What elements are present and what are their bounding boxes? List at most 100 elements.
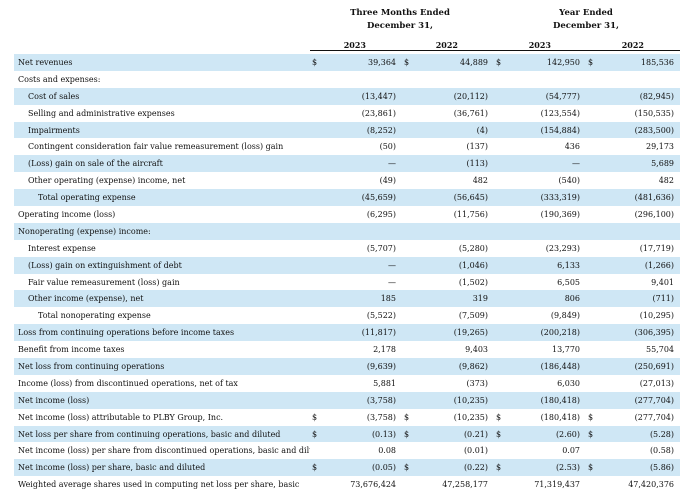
currency-symbol: [310, 222, 322, 240]
currency-symbol: [402, 290, 414, 308]
currency-symbol: [494, 274, 506, 291]
col-year-q-2023: 2023: [343, 40, 366, 50]
table-row: Selling and administrative expenses (23,8…: [14, 105, 680, 122]
currency-symbol: [494, 341, 506, 358]
currency-symbol: [494, 172, 506, 189]
currency-symbol: [402, 138, 414, 155]
currency-symbol: [494, 121, 506, 139]
currency-symbol: [402, 442, 414, 459]
currency-symbol: [494, 358, 506, 375]
value-cell: 39,364: [322, 54, 402, 71]
currency-symbol: [402, 256, 414, 274]
value-cell: 71,319,437: [534, 480, 580, 490]
currency-symbol: [310, 391, 322, 409]
value-cell: (7,509): [458, 311, 488, 321]
value-cell: (190,369): [540, 209, 580, 219]
table-row: Net income (loss) attributable to PLBY G…: [14, 409, 680, 426]
currency-symbol: $: [310, 425, 322, 443]
currency-symbol: [586, 138, 598, 155]
currency-symbol: $: [402, 459, 414, 477]
value-cell: (9,639): [322, 358, 402, 375]
value-cell: (180,418): [540, 412, 580, 422]
value-cell: —: [388, 277, 396, 287]
value-cell: (333,319): [506, 189, 586, 207]
value-cell: 47,258,177: [442, 480, 488, 490]
currency-symbol: [402, 121, 414, 139]
table-row: Benefit from income taxes 2,178 9,403 13,77…: [14, 341, 680, 358]
currency-symbol: [310, 189, 322, 207]
currency-symbol: [310, 240, 322, 257]
table-row: Total operating expense (45,659) (56,645) (…: [14, 189, 680, 207]
row-label: Net income (loss): [14, 391, 310, 409]
value-cell: (23,861): [361, 108, 396, 118]
currency-symbol: [586, 172, 598, 189]
value-cell: (123,554): [540, 108, 580, 118]
row-label: Total operating expense: [14, 189, 310, 207]
value-cell: (10,235): [414, 391, 494, 409]
value-cell: (113): [414, 155, 494, 173]
currency-symbol: [586, 256, 598, 274]
value-cell: [414, 222, 494, 240]
currency-symbol: [402, 341, 414, 358]
value-cell: (5,522): [366, 311, 396, 321]
table-row: Income (loss) from discontinued operatio…: [14, 375, 680, 392]
row-label: (Loss) gain on extinguishment of debt: [14, 256, 310, 274]
value-cell: (56,645): [414, 189, 494, 207]
currency-symbol: [586, 240, 598, 257]
currency-symbol: [402, 222, 414, 240]
currency-symbol: [494, 256, 506, 274]
currency-symbol: $: [310, 54, 322, 71]
currency-symbol: [586, 121, 598, 139]
currency-symbol: [586, 341, 598, 358]
currency-symbol: [494, 222, 506, 240]
table-row: Net income (loss) per share, basic and d…: [14, 459, 680, 477]
currency-symbol: [310, 172, 322, 189]
value-cell: (5,707): [366, 243, 396, 253]
value-cell: 6,030: [557, 378, 580, 388]
year-date: December 31,: [553, 21, 619, 31]
row-label: Net revenues: [14, 54, 310, 71]
value-cell: [506, 71, 586, 88]
currency-symbol: [586, 358, 598, 375]
three-months-date: December 31,: [367, 21, 433, 31]
value-cell: 55,704: [646, 345, 674, 355]
currency-symbol: [586, 155, 598, 173]
currency-symbol: [310, 274, 322, 291]
currency-symbol: $: [586, 54, 598, 71]
value-cell: (1,502): [458, 277, 488, 287]
value-cell: (1,266): [598, 256, 680, 274]
row-label: Interest expense: [28, 243, 96, 253]
row-label: Net income (loss) per share, basic and d…: [14, 459, 310, 477]
row-label: Nonoperating (expense) income:: [14, 222, 310, 240]
currency-symbol: [402, 71, 414, 88]
value-cell: [322, 71, 402, 88]
value-cell: (200,218): [506, 324, 586, 342]
value-cell: (11,817): [322, 324, 402, 342]
row-label: Operating income (loss): [18, 209, 116, 219]
value-cell: (0.58): [649, 446, 674, 456]
value-cell: (0.21): [414, 425, 494, 443]
value-cell: (9,849): [550, 311, 580, 321]
currency-symbol: [494, 442, 506, 459]
currency-symbol: $: [496, 412, 502, 422]
currency-symbol: [402, 87, 414, 105]
currency-symbol: [310, 105, 322, 122]
currency-symbol: [402, 274, 414, 291]
currency-symbol: [310, 155, 322, 173]
value-cell: (711): [598, 290, 680, 308]
row-label: Total nonoperating expense: [38, 311, 151, 321]
value-cell: (0.05): [322, 459, 402, 477]
row-label: Income (loss) from discontinued operatio…: [18, 378, 238, 388]
year-header: Year Ended December 31,: [516, 7, 656, 33]
value-cell: 482: [658, 176, 674, 186]
value-cell: (6,295): [366, 209, 396, 219]
currency-symbol: [494, 189, 506, 207]
value-cell: (277,704): [598, 391, 680, 409]
currency-symbol: [402, 324, 414, 342]
value-cell: (4): [414, 121, 494, 139]
currency-symbol: $: [586, 425, 598, 443]
table-row: Fair value remeasurement (loss) gain — (1,…: [14, 274, 680, 291]
three-months-title: Three Months Ended: [350, 8, 450, 18]
currency-symbol: [494, 138, 506, 155]
currency-symbol: [586, 391, 598, 409]
